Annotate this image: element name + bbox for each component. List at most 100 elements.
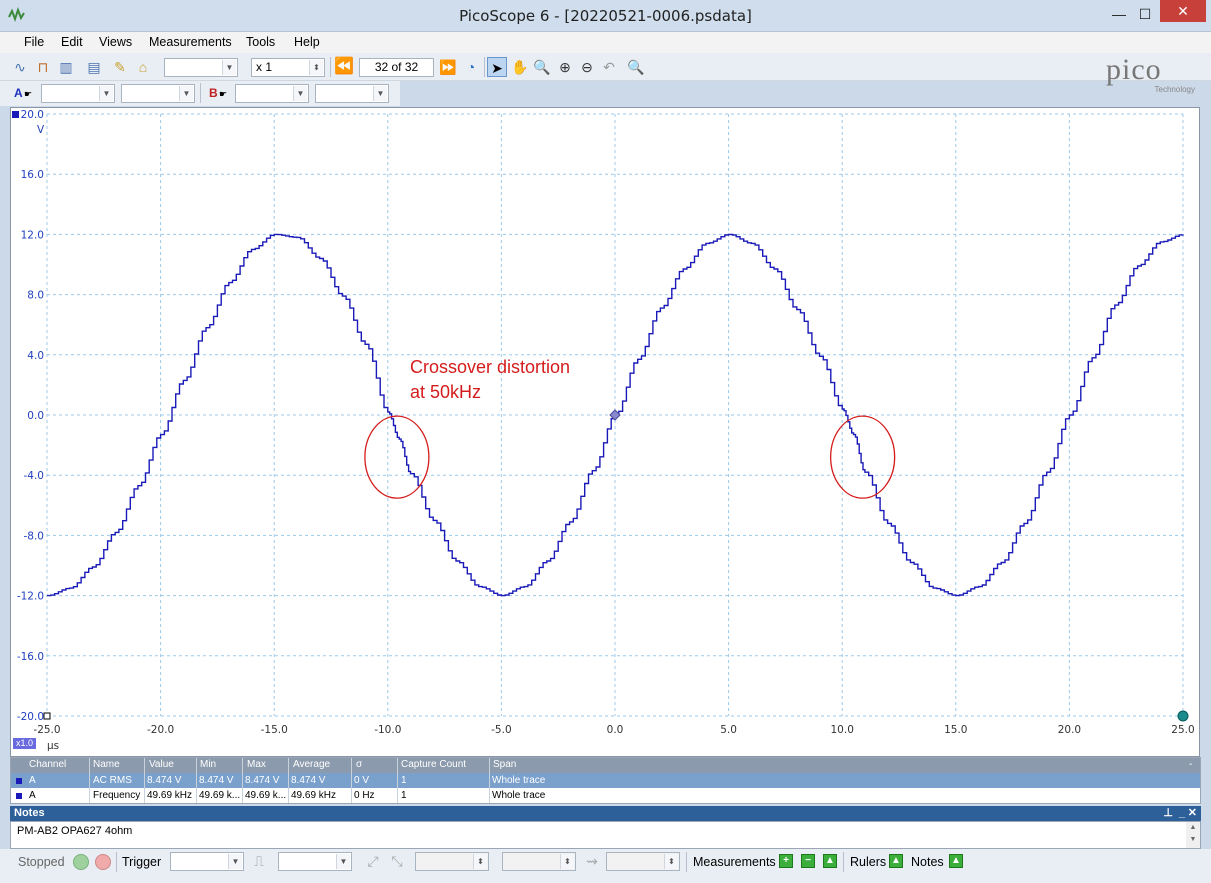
close-button[interactable]: ✕ (1160, 0, 1206, 22)
persistence-mode-icon[interactable]: ⊓ (33, 57, 53, 77)
menu-file[interactable]: File (24, 35, 44, 49)
post-trigger-icon[interactable]: ⇝ (582, 851, 602, 871)
add-measurement-button[interactable]: + (779, 854, 793, 868)
scope-mode-icon[interactable]: ∿ (10, 57, 30, 77)
probe-icon[interactable]: ☛ (24, 89, 32, 100)
hand-tool-icon[interactable]: ✋ (510, 57, 530, 77)
cell: 8.474 V (147, 775, 182, 786)
channel-a-label[interactable]: A (14, 86, 23, 100)
x-axis-unit: μs (47, 740, 60, 752)
trigger-source-select[interactable]: ▼ (278, 852, 352, 871)
advanced-trigger-icon[interactable]: ⎍ (249, 851, 269, 871)
x-tick-label: -25.0 (33, 724, 60, 736)
pico-brand-sub: Technology (1154, 85, 1195, 94)
first-buffer-icon[interactable]: ⏪ (334, 57, 354, 77)
menu-edit[interactable]: Edit (61, 35, 83, 49)
minimize-panel-icon[interactable]: _ (1179, 806, 1185, 821)
col-channel[interactable]: Channel (29, 758, 66, 773)
menu-help[interactable]: Help (294, 35, 320, 49)
spectrum-mode-icon[interactable]: ▥ (56, 57, 76, 77)
cell: 1 (401, 790, 407, 801)
pin-icon[interactable]: ⊥ (1163, 806, 1173, 821)
channel-a-axis-marker (12, 111, 19, 118)
annotation-text: Crossover distortion at 50kHz (410, 355, 570, 405)
cell: A (29, 790, 36, 801)
rulers-button[interactable]: ▲ (889, 854, 903, 868)
toolbar-divider (116, 852, 117, 872)
home-icon[interactable]: ⌂ (133, 57, 153, 77)
undo-zoom-icon[interactable]: ↶ (599, 57, 619, 77)
falling-edge-icon[interactable]: ⤡ (387, 851, 407, 871)
close-panel-icon[interactable]: ✕ (1188, 806, 1197, 821)
collapse-icon[interactable]: - (1189, 758, 1192, 773)
table-row[interactable]: A Frequency 49.69 kHz 49.69 k... 49.69 k… (11, 788, 1200, 803)
channel-b-range-select[interactable]: ▼ (235, 84, 309, 103)
column-divider (144, 758, 145, 803)
scope-plot[interactable]: -25.0 -20.0 -15.0 -10.0 -5.0 0.0 5.0 10.0 15.0 20… (11, 108, 1199, 756)
cell: AC RMS (93, 775, 132, 786)
pre-trigger-field[interactable]: ⬍ (502, 852, 576, 871)
channel-b-label[interactable]: B (209, 86, 218, 100)
col-sigma[interactable]: σ (356, 758, 362, 773)
trigger-threshold-field[interactable]: ⬍ (415, 852, 489, 871)
buffer-navigator-icon[interactable]: ◔ (461, 57, 481, 77)
zoom-overview-icon[interactable]: 🔍 (626, 57, 646, 77)
zoom-region-icon[interactable]: 🔍 (532, 57, 552, 77)
y-tick-label: 0.0 (27, 410, 44, 422)
x-tick-label: -5.0 (491, 724, 512, 736)
column-divider (242, 758, 243, 803)
col-span[interactable]: Span (493, 758, 516, 773)
stop-button[interactable] (95, 854, 111, 870)
menu-views[interactable]: Views (99, 35, 132, 49)
y-tick-label: 12.0 (21, 229, 44, 241)
col-name[interactable]: Name (93, 758, 120, 773)
minimize-button[interactable]: — (1106, 2, 1132, 26)
table-header (11, 758, 1200, 773)
menu-tools[interactable]: Tools (246, 35, 275, 49)
spin-icon: ⬍ (560, 854, 574, 869)
toolbar-divider (330, 57, 331, 77)
start-button[interactable] (73, 854, 89, 870)
col-capture-count[interactable]: Capture Count (401, 758, 466, 773)
measurements-table[interactable]: Channel Name Value Min Max Average σ Cap… (10, 757, 1201, 804)
notes-textarea[interactable]: PM-AB2 OPA627 4ohm ▲ ▼ (10, 821, 1201, 849)
maximize-button[interactable]: ☐ (1132, 2, 1158, 26)
remove-measurement-button[interactable]: − (801, 854, 815, 868)
channel-b-coupling-select[interactable]: ▼ (315, 84, 389, 103)
probe-icon[interactable]: ☛ (219, 89, 227, 100)
edit-measurement-button[interactable]: ▲ (823, 854, 837, 868)
col-min[interactable]: Min (200, 758, 216, 773)
chevron-down-icon: ▼ (373, 86, 387, 101)
channel-a-range-select[interactable]: ▼ (41, 84, 115, 103)
measurements-label: Measurements (693, 855, 776, 869)
notes-scrollbar[interactable]: ▲ ▼ (1186, 822, 1200, 848)
multiplier-stepper[interactable]: x 1 ⬍ (251, 58, 325, 77)
cell: 8.474 V (291, 775, 326, 786)
spectrum-persistence-icon[interactable]: ▤ (84, 57, 104, 77)
rising-edge-icon[interactable]: ⤢ (363, 851, 383, 871)
trigger-mode-select[interactable]: ▼ (170, 852, 244, 871)
pointer-tool-icon[interactable]: ➤ (487, 57, 507, 77)
post-trigger-field[interactable]: ⬍ (606, 852, 680, 871)
cell: 1 (401, 775, 407, 786)
timebase-select[interactable]: ▼ (164, 58, 238, 77)
table-row[interactable]: A AC RMS 8.474 V 8.474 V 8.474 V 8.474 V… (11, 773, 1200, 788)
scope-view[interactable]: -25.0 -20.0 -15.0 -10.0 -5.0 0.0 5.0 10.0 15.0 20… (10, 107, 1200, 757)
notes-button[interactable]: ▲ (949, 854, 963, 868)
y-tick-label: 8.0 (27, 290, 44, 302)
menu-measurements[interactable]: Measurements (149, 35, 232, 49)
chevron-down-icon: ▼ (293, 86, 307, 101)
buffer-position-field[interactable]: 32 of 32 (359, 58, 434, 77)
highlight-circle (364, 415, 430, 499)
channel-a-coupling-select[interactable]: ▼ (121, 84, 195, 103)
next-buffer-icon[interactable]: ⏩ (438, 57, 458, 77)
x-tick-label: -10.0 (374, 724, 401, 736)
row-channel-marker (16, 793, 22, 799)
col-max[interactable]: Max (247, 758, 266, 773)
auto-setup-icon[interactable]: ✎ (110, 57, 130, 77)
col-value[interactable]: Value (149, 758, 174, 773)
cell: Frequency (93, 790, 141, 801)
zoom-out-icon[interactable]: ⊖ (577, 57, 597, 77)
col-average[interactable]: Average (293, 758, 330, 773)
zoom-in-icon[interactable]: ⊕ (555, 57, 575, 77)
